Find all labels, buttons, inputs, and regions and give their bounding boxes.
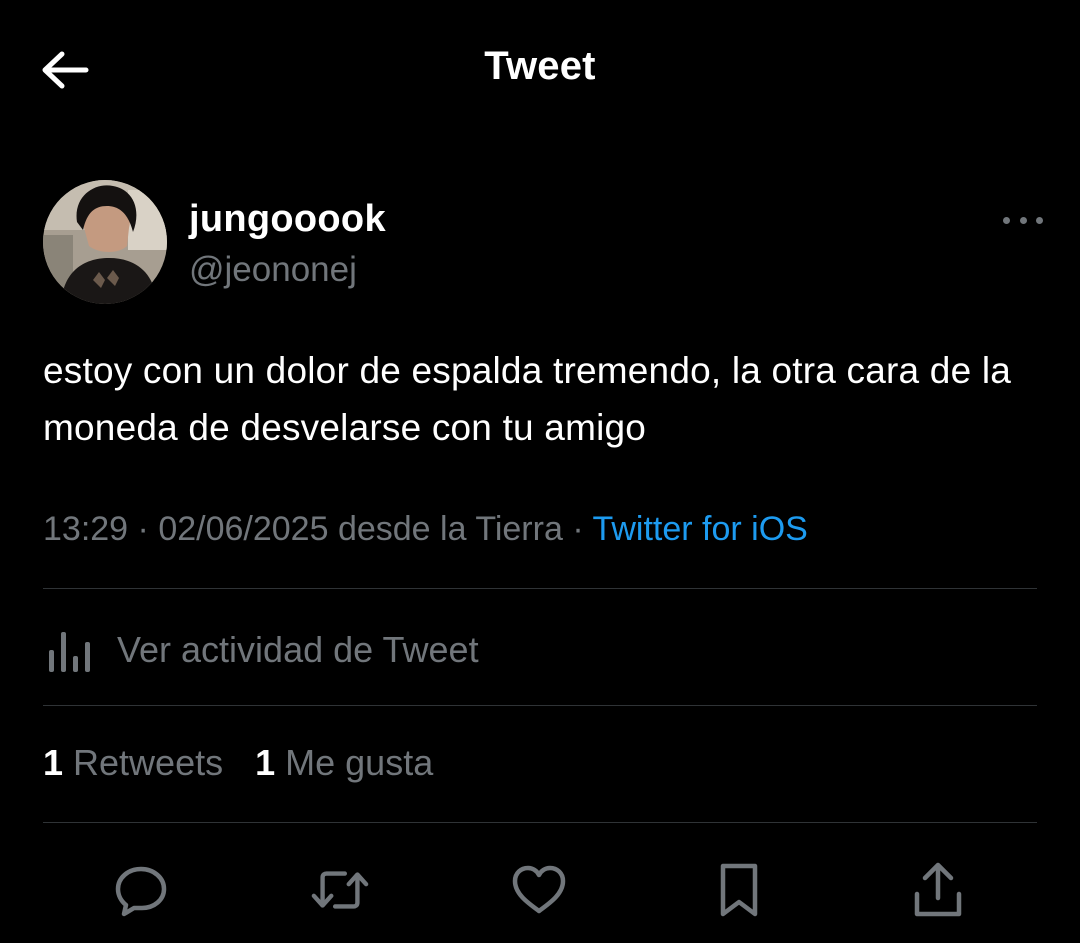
more-horizontal-icon: [1003, 216, 1010, 224]
tweet-actions-bar: [0, 848, 1080, 928]
tweet-text: estoy con un dolor de espalda tremendo, …: [43, 350, 1012, 448]
share-icon: [914, 862, 962, 917]
retweet-icon: [311, 871, 369, 909]
like-icon: [512, 865, 566, 914]
activity-label: Ver actividad de Tweet: [117, 629, 479, 670]
tweet-author: jungooook @jeononej: [43, 180, 1043, 304]
retweets-stat[interactable]: 1 Retweets: [43, 742, 223, 784]
more-options-button[interactable]: [1003, 208, 1043, 232]
analytics-bars-icon: [49, 632, 90, 672]
page-title: Tweet: [484, 44, 596, 88]
author-handle[interactable]: @jeononej: [189, 250, 357, 290]
bookmark-icon: [720, 863, 758, 917]
retweets-label: Retweets: [73, 742, 224, 783]
retweets-count: 1: [43, 742, 64, 783]
share-button[interactable]: [908, 860, 968, 920]
tweet-date: 02/06/2025: [158, 510, 329, 548]
divider: [43, 822, 1037, 823]
tweet-stats: 1 Retweets 1 Me gusta: [43, 742, 465, 784]
reply-button[interactable]: [111, 860, 171, 920]
tweet-meta: 13:29 · 02/06/2025 desde la Tierra · Twi…: [43, 510, 808, 549]
top-bar: Tweet: [0, 0, 1080, 140]
retweet-button[interactable]: [310, 860, 370, 920]
like-button[interactable]: [509, 860, 569, 920]
tweet-time: 13:29: [43, 510, 129, 548]
divider: [43, 588, 1037, 589]
divider: [43, 705, 1037, 706]
likes-stat[interactable]: 1 Me gusta: [255, 742, 433, 784]
bookmark-button[interactable]: [709, 860, 769, 920]
reply-icon: [115, 866, 167, 917]
meta-separator: ·: [137, 510, 149, 548]
likes-count: 1: [255, 742, 276, 783]
author-display-name[interactable]: jungooook: [189, 198, 386, 241]
likes-label: Me gusta: [285, 742, 434, 783]
tweet-source-link[interactable]: Twitter for iOS: [592, 510, 807, 548]
view-tweet-activity-button[interactable]: Ver actividad de Tweet: [43, 615, 479, 685]
tweet-location: desde la Tierra: [337, 510, 563, 548]
avatar[interactable]: [43, 180, 167, 304]
meta-separator: ·: [572, 510, 584, 548]
